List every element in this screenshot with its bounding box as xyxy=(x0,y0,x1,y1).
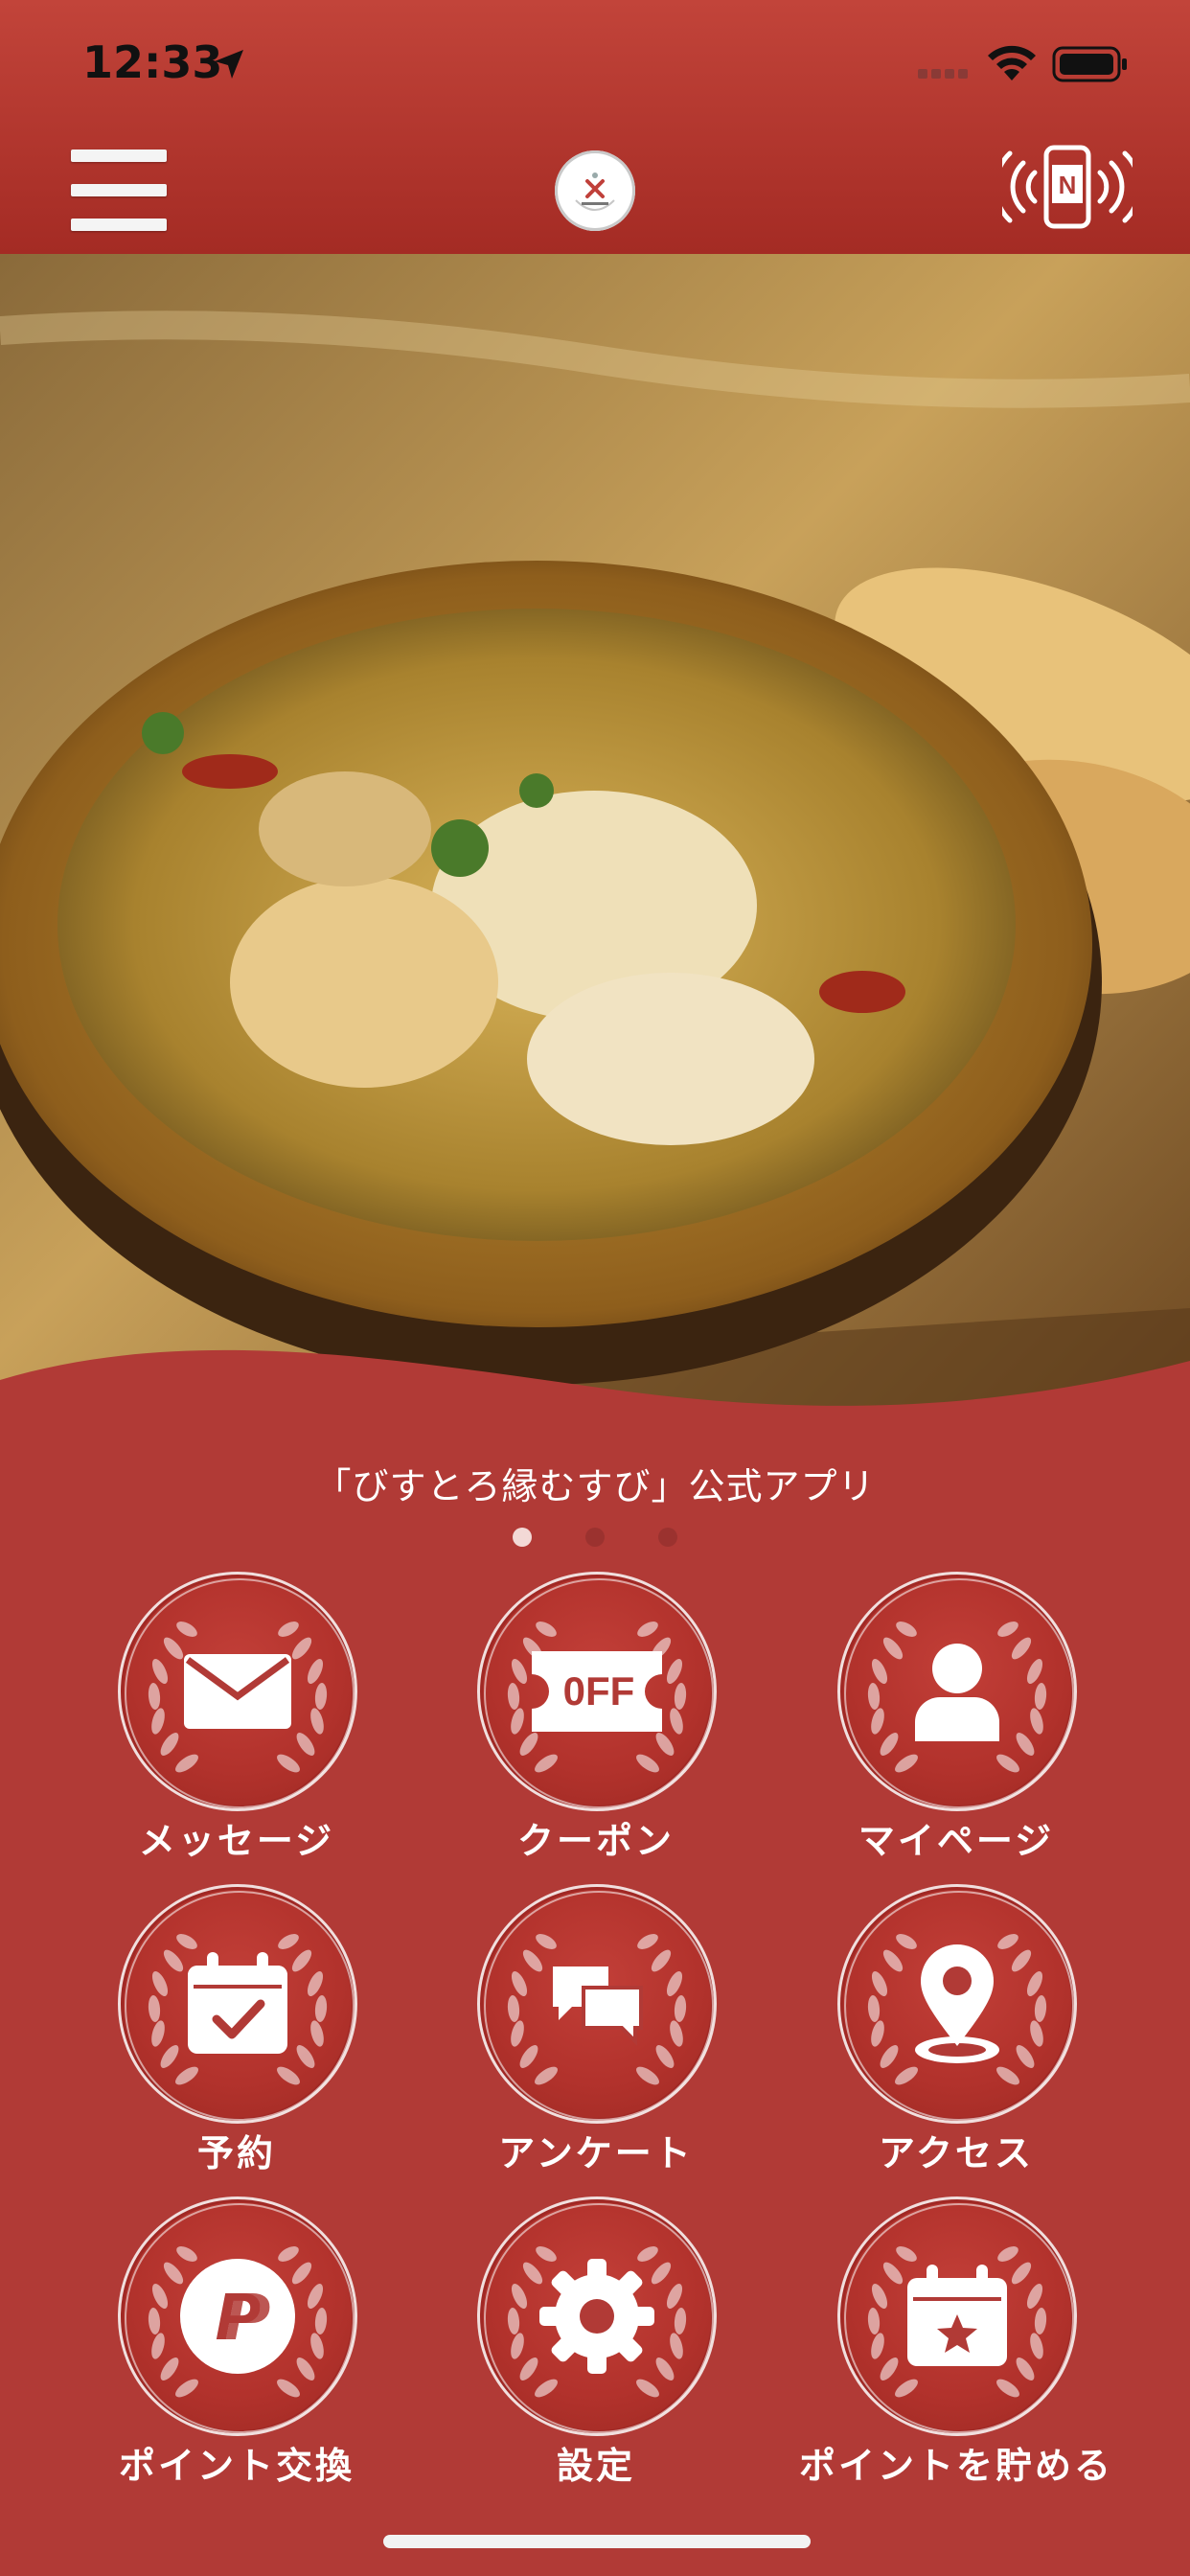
home-indicator[interactable] xyxy=(383,2535,811,2548)
menu-label: マイページ xyxy=(858,1820,1055,1862)
menu-tile-reservation[interactable]: 予約 xyxy=(93,1884,380,2191)
menu-tile-access[interactable]: アクセス xyxy=(812,1884,1100,2191)
page-dot-2[interactable] xyxy=(585,1528,605,1547)
menu-tile-settings[interactable]: 設定 xyxy=(452,2196,740,2503)
page-dot-3[interactable] xyxy=(658,1528,677,1547)
hamburger-menu-button[interactable] xyxy=(71,150,169,232)
menu-label: ポイントを貯める xyxy=(798,2445,1113,2487)
menu-label: 設定 xyxy=(556,2445,635,2487)
app-header: 12:33 N xyxy=(0,0,1190,254)
menu-tile-mypage[interactable]: マイページ xyxy=(812,1572,1100,1878)
menu-label: ポイント交換 xyxy=(118,2445,355,2487)
svg-text:0FF: 0FF xyxy=(563,1668,635,1714)
gear-icon xyxy=(539,2259,654,2374)
page-dot-1[interactable] xyxy=(513,1528,532,1547)
menu-tile-coupon[interactable]: 0FF クーポン xyxy=(452,1572,740,1878)
menu-label: アクセス xyxy=(878,2132,1035,2174)
menu-label: メッセージ xyxy=(138,1820,335,1862)
location-arrow-icon xyxy=(215,50,243,79)
menu-tile-earn-points[interactable]: ポイントを貯める xyxy=(799,2196,1110,2503)
menu-tile-message[interactable]: メッセージ xyxy=(93,1572,380,1878)
hero-image xyxy=(0,254,1190,1471)
cellular-signal-icon xyxy=(918,69,968,79)
calendar-star-icon xyxy=(907,2265,1007,2366)
menu-label: クーポン xyxy=(516,1820,675,1862)
app-title: 「びすとろ縁むすび」公式アプリ xyxy=(314,1465,876,1507)
envelope-icon xyxy=(184,1654,291,1729)
status-time: 12:33 xyxy=(82,36,223,88)
nfc-phone-icon: N xyxy=(993,145,1142,229)
menu-label: 予約 xyxy=(196,2132,276,2174)
menu-tile-point-exchange[interactable]: PP ポイント交換 xyxy=(93,2196,380,2503)
wifi-icon xyxy=(988,45,1036,80)
person-icon xyxy=(915,1644,999,1741)
hamburger-icon xyxy=(71,150,167,162)
nfc-button[interactable]: N xyxy=(993,144,1142,230)
menu-label: アンケート xyxy=(498,2132,694,2174)
map-pin-icon xyxy=(915,1944,999,2063)
battery-icon xyxy=(1052,46,1127,82)
svg-text:N: N xyxy=(1059,171,1077,199)
svg-text:P: P xyxy=(225,2279,270,2354)
points-p-icon: PP xyxy=(180,2259,295,2374)
coupon-off-icon: 0FF xyxy=(532,1651,662,1732)
logo-icon xyxy=(555,150,635,231)
page-indicator[interactable] xyxy=(0,1528,1190,1551)
chat-bubbles-icon xyxy=(553,1966,643,2046)
menu-tile-survey[interactable]: アンケート xyxy=(452,1884,740,2191)
calendar-check-icon xyxy=(188,1952,287,2054)
